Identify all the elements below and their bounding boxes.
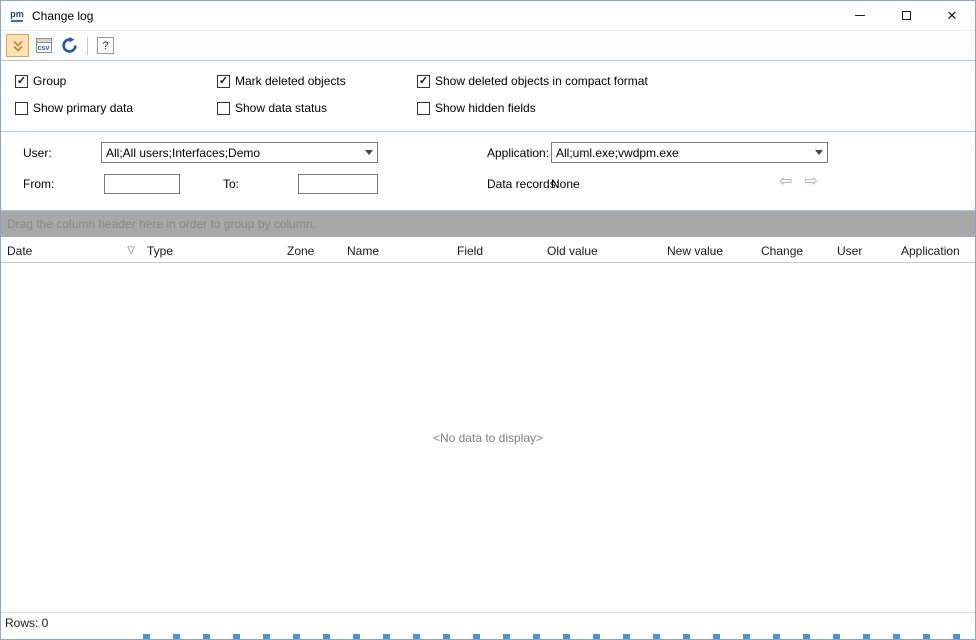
checkbox-show-data-status[interactable]: Show data status — [217, 101, 417, 115]
checkbox-show-primary-data-box[interactable] — [15, 102, 28, 115]
column-header-type[interactable]: Type — [141, 239, 281, 262]
application-combobox[interactable]: All;uml.exe;vwdpm.exe — [551, 142, 828, 163]
checkbox-show-data-status-box[interactable] — [217, 102, 230, 115]
group-by-hint: Drag the column header here in order to … — [7, 217, 316, 231]
previous-record-icon[interactable]: ⇦ — [779, 174, 792, 190]
user-label: User: — [23, 146, 52, 160]
checkbox-show-hidden-fields-box[interactable] — [417, 102, 430, 115]
column-header-date-label: Date — [7, 244, 32, 258]
checkbox-show-primary-data-label: Show primary data — [33, 101, 133, 115]
record-navigation: ⇦ ⇨ — [779, 174, 818, 190]
maximize-button[interactable] — [883, 1, 929, 30]
column-header-new-value[interactable]: New value — [661, 239, 755, 262]
checkbox-show-deleted-compact-label: Show deleted objects in compact format — [435, 74, 648, 88]
toggle-options-button[interactable] — [6, 34, 29, 57]
help-icon: ? — [97, 37, 114, 54]
checkbox-group-label: Group — [33, 74, 66, 88]
checkbox-mark-deleted-objects[interactable]: Mark deleted objects — [217, 74, 417, 88]
application-combobox-value: All;uml.exe;vwdpm.exe — [556, 146, 811, 160]
to-input[interactable] — [298, 174, 378, 194]
from-input[interactable] — [104, 174, 180, 194]
checkbox-mark-deleted-objects-box[interactable] — [217, 75, 230, 88]
user-combobox-value: All;All users;Interfaces;Demo — [106, 146, 361, 160]
column-header-field[interactable]: Field — [451, 239, 541, 262]
minimize-button[interactable] — [837, 1, 883, 30]
app-icon-bar — [11, 20, 23, 22]
csv-icon: csv — [36, 38, 52, 53]
refresh-button[interactable] — [58, 34, 81, 57]
application-label: Application: — [487, 146, 549, 160]
rows-count: Rows: 0 — [5, 616, 48, 630]
csv-icon-label: csv — [37, 44, 51, 53]
export-csv-button[interactable]: csv — [32, 34, 55, 57]
taskbar-sliver — [1, 632, 975, 639]
chevron-down-icon — [811, 150, 827, 155]
to-label: To: — [223, 177, 239, 191]
checkbox-show-primary-data[interactable]: Show primary data — [15, 101, 217, 115]
column-header-name[interactable]: Name — [341, 239, 451, 262]
maximize-icon — [902, 11, 911, 20]
column-header-zone[interactable]: Zone — [281, 239, 341, 262]
filters-panel: User: All;All users;Interfaces;Demo Appl… — [1, 132, 975, 211]
checkbox-show-deleted-compact-box[interactable] — [417, 75, 430, 88]
column-header-change[interactable]: Change — [755, 239, 831, 262]
checkbox-mark-deleted-objects-label: Mark deleted objects — [235, 74, 346, 88]
app-icon: pm — [9, 8, 25, 24]
grid-body: <No data to display> — [1, 263, 975, 612]
toolbar: csv ? — [1, 31, 975, 61]
help-button[interactable]: ? — [94, 34, 117, 57]
window-title: Change log — [32, 9, 93, 23]
checkbox-group[interactable]: Group — [15, 74, 217, 88]
data-records-label: Data records: — [487, 177, 559, 191]
minimize-icon — [855, 15, 865, 16]
chevrons-down-icon — [11, 39, 25, 53]
checkbox-show-data-status-label: Show data status — [235, 101, 327, 115]
grid-header-row: Date ▽ Type Zone Name Field Old value Ne… — [1, 239, 975, 263]
refresh-icon — [61, 37, 78, 54]
column-header-application[interactable]: Application — [895, 239, 975, 262]
window-controls: ✕ — [837, 1, 975, 30]
group-by-bar[interactable]: Drag the column header here in order to … — [1, 211, 975, 237]
close-button[interactable]: ✕ — [929, 1, 975, 30]
titlebar[interactable]: pm Change log ✕ — [1, 1, 975, 31]
next-record-icon[interactable]: ⇨ — [804, 174, 817, 190]
checkbox-group-box[interactable] — [15, 75, 28, 88]
from-label: From: — [23, 177, 54, 191]
column-header-user[interactable]: User — [831, 239, 895, 262]
column-header-old-value[interactable]: Old value — [541, 239, 661, 262]
user-combobox[interactable]: All;All users;Interfaces;Demo — [101, 142, 378, 163]
close-icon: ✕ — [947, 9, 958, 22]
status-bar: Rows: 0 — [1, 612, 975, 632]
checkbox-show-hidden-fields[interactable]: Show hidden fields — [417, 101, 975, 115]
options-panel: Group Mark deleted objects Show deleted … — [1, 61, 975, 132]
data-records-value: None — [551, 177, 580, 191]
column-header-date[interactable]: Date ▽ — [1, 239, 141, 262]
sort-descending-icon[interactable]: ▽ — [127, 245, 135, 256]
change-log-window: pm Change log ✕ csv — [0, 0, 976, 640]
checkbox-show-deleted-compact[interactable]: Show deleted objects in compact format — [417, 74, 975, 88]
checkbox-show-hidden-fields-label: Show hidden fields — [435, 101, 536, 115]
csv-icon-header — [37, 39, 51, 43]
chevron-down-icon — [361, 150, 377, 155]
toolbar-separator — [87, 37, 88, 55]
empty-data-message: <No data to display> — [433, 431, 543, 445]
app-icon-text: pm — [10, 10, 24, 19]
